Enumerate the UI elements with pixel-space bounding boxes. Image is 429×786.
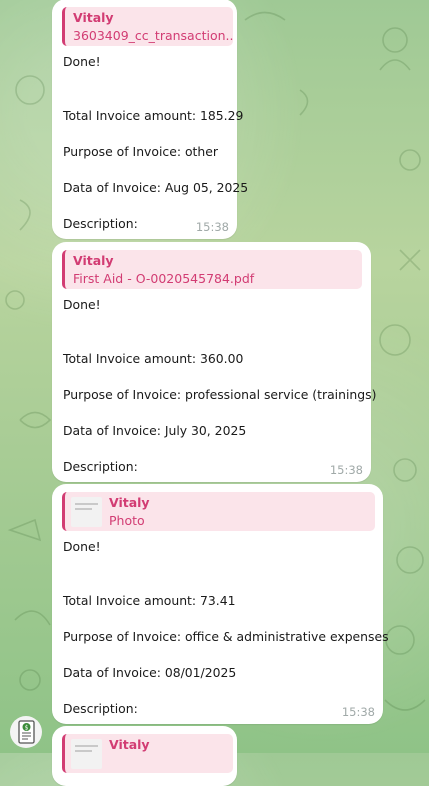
photo-thumbnail: [71, 739, 102, 769]
reply-preview[interactable]: Vitaly Photo: [62, 492, 375, 531]
photo-thumbnail: [71, 497, 102, 527]
invoice-purpose: Purpose of Invoice: professional service…: [63, 387, 377, 402]
invoice-purpose: Purpose of Invoice: other: [63, 144, 218, 159]
invoice-date: Data of Invoice: Aug 05, 2025: [63, 180, 249, 195]
document-money-icon: $: [18, 720, 35, 744]
reply-file-name: Photo: [109, 513, 145, 528]
reply-sender-name: Vitaly: [109, 495, 150, 510]
reply-sender-name: Vitaly: [109, 737, 150, 752]
invoice-date: Data of Invoice: 08/01/2025: [63, 665, 237, 680]
message-status: Done!: [63, 54, 101, 69]
message-time: 15:38: [341, 705, 375, 719]
invoice-amount: Total Invoice amount: 73.41: [63, 593, 236, 608]
invoice-description: Description:: [63, 216, 138, 231]
reply-preview[interactable]: Vitaly 3603409_cc_transaction....: [62, 7, 233, 46]
invoice-amount: Total Invoice amount: 360.00: [63, 351, 244, 366]
message-bubble[interactable]: Vitaly 3603409_cc_transaction.... Done! …: [52, 0, 248, 239]
invoice-description: Description:: [63, 701, 138, 716]
invoice-description: Description:: [63, 459, 138, 474]
message-bubble[interactable]: Vitaly First Aid - O-0020545784.pdf Done…: [52, 242, 376, 482]
reply-sender-name: Vitaly: [73, 253, 114, 268]
invoice-amount: Total Invoice amount: 185.29: [63, 108, 244, 123]
sender-avatar[interactable]: $: [10, 716, 42, 748]
message-time: 15:38: [329, 463, 363, 477]
reply-preview[interactable]: Vitaly: [62, 734, 233, 773]
message-bubble[interactable]: Vitaly: [52, 726, 237, 786]
invoice-purpose: Purpose of Invoice: office & administrat…: [63, 629, 389, 644]
reply-file-name: First Aid - O-0020545784.pdf: [73, 271, 255, 286]
reply-file-name: 3603409_cc_transaction....: [73, 28, 233, 43]
message-status: Done!: [63, 297, 101, 312]
message-time: 15:38: [195, 220, 229, 234]
message-bubble[interactable]: Vitaly Photo Done! Total Invoice amount:…: [52, 484, 389, 724]
reply-sender-name: Vitaly: [73, 10, 114, 25]
reply-preview[interactable]: Vitaly First Aid - O-0020545784.pdf: [62, 250, 362, 289]
message-status: Done!: [63, 539, 101, 554]
invoice-date: Data of Invoice: July 30, 2025: [63, 423, 247, 438]
svg-text:$: $: [25, 724, 29, 731]
